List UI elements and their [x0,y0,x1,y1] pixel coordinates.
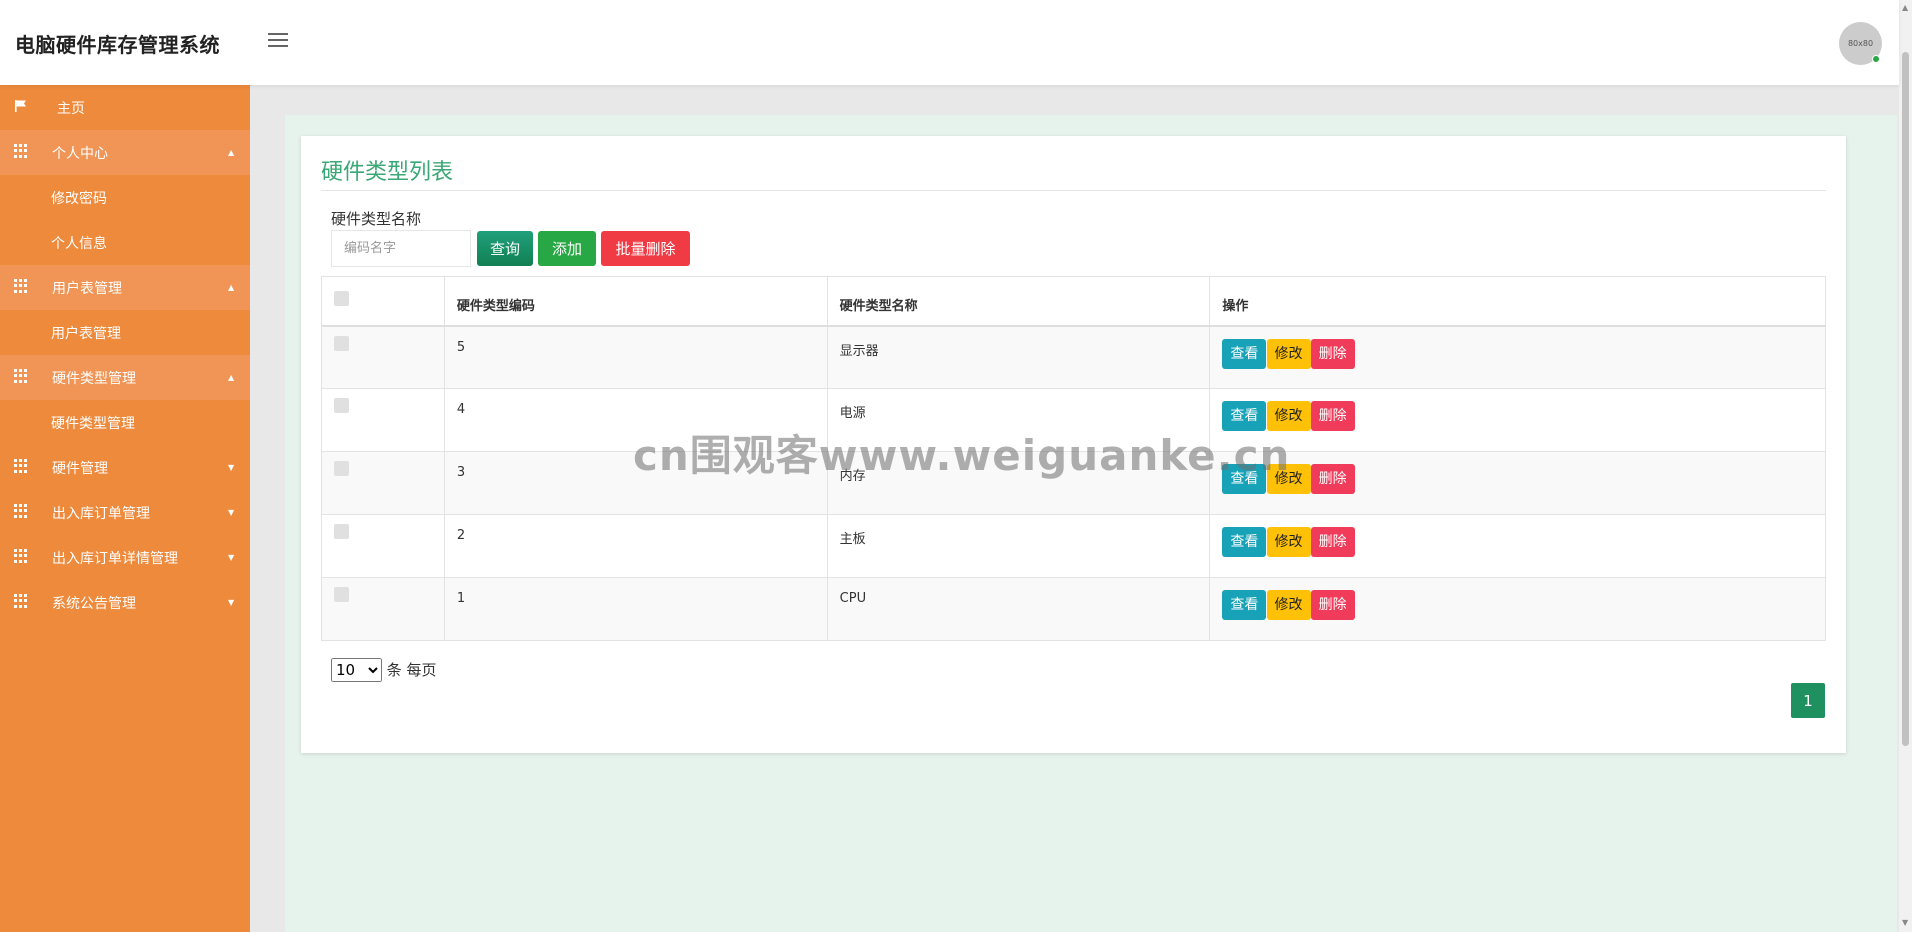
code-cell: 2 [443,514,828,578]
pager-page-button[interactable]: 1 [1791,683,1825,718]
table-header-row: 硬件类型编码 硬件类型名称 操作 [321,276,1826,327]
page-scrollbar[interactable]: ▲ ▼ [1899,0,1912,932]
scroll-thumb[interactable] [1902,52,1909,746]
sidebar-group-hardware-type[interactable]: 硬件类型管理 ▲ [0,355,250,400]
row-select-cell [321,388,445,452]
scroll-down-arrow-icon[interactable]: ▼ [1902,918,1908,927]
table-row: 2 主板 查看 修改 删除 [321,514,1826,578]
grid-icon [14,459,28,473]
row-select-cell [321,577,445,641]
sidebar-item-label: 硬件类型管理 [52,370,136,387]
row-checkbox[interactable] [334,587,349,602]
chevron-up-icon: ▲ [228,373,235,382]
top-header: 电脑硬件库存管理系统 80x80 [0,0,1899,85]
sidebar-item-label: 系统公告管理 [52,595,136,612]
row-checkbox[interactable] [334,461,349,476]
page-size-select[interactable]: 10 [331,658,382,682]
grid-icon [14,369,28,383]
delete-button[interactable]: 删除 [1310,590,1355,620]
sidebar-item-label: 个人中心 [52,145,108,162]
table-row: 1 CPU 查看 修改 删除 [321,577,1826,641]
name-cell: 主板 [826,514,1211,578]
sidebar: 主页 个人中心 ▲ 修改密码 个人信息 用户表管理 ▲ 用户表管理 硬件类型管理… [0,85,250,932]
column-header: 硬件类型编码 [443,276,828,327]
name-cell: CPU [826,577,1211,641]
grid-icon [14,594,28,608]
sidebar-item-label: 主页 [57,100,85,117]
sidebar-group-personal-center[interactable]: 个人中心 ▲ [0,130,250,175]
chevron-down-icon: ▼ [228,598,235,607]
sidebar-group-stock-orders[interactable]: 出入库订单管理 ▼ [0,490,250,535]
sidebar-item-label: 用户表管理 [52,280,122,297]
actions-cell: 查看 修改 删除 [1209,514,1826,578]
sidebar-item-change-password[interactable]: 修改密码 [0,175,250,220]
actions-cell: 查看 修改 删除 [1209,577,1826,641]
sidebar-group-user-table[interactable]: 用户表管理 ▲ [0,265,250,310]
row-checkbox[interactable] [334,398,349,413]
flag-icon [15,100,26,112]
sidebar-item-hardware-type[interactable]: 硬件类型管理 [0,400,250,445]
query-button[interactable]: 查询 [477,231,533,266]
grid-icon [14,144,28,158]
page-title: 硬件类型列表 [321,160,454,185]
view-button[interactable]: 查看 [1222,590,1267,620]
delete-button[interactable]: 删除 [1310,338,1355,369]
view-button[interactable]: 查看 [1222,338,1267,369]
sidebar-group-hardware[interactable]: 硬件管理 ▼ [0,445,250,490]
delete-button[interactable]: 删除 [1310,464,1355,494]
sidebar-item-user-table[interactable]: 用户表管理 [0,310,250,355]
view-button[interactable]: 查看 [1222,527,1267,557]
chevron-down-icon: ▼ [228,463,235,472]
row-checkbox[interactable] [334,524,349,539]
page-size-control: 10 条 每页 [331,658,437,682]
sidebar-item-personal-info[interactable]: 个人信息 [0,220,250,265]
sidebar-group-announcements[interactable]: 系统公告管理 ▼ [0,580,250,625]
row-checkbox[interactable] [334,335,349,351]
online-status-dot [1872,55,1880,63]
app-title: 电脑硬件库存管理系统 [15,33,220,57]
actions-cell: 查看 修改 删除 [1209,325,1826,389]
delete-button[interactable]: 删除 [1310,401,1355,431]
chevron-up-icon: ▲ [228,283,235,292]
edit-button[interactable]: 修改 [1266,527,1311,557]
sidebar-item-label: 出入库订单管理 [52,505,150,522]
add-button[interactable]: 添加 [538,231,596,266]
menu-toggle-icon[interactable] [268,33,288,51]
table-row: 5 显示器 查看 修改 删除 [321,325,1826,389]
bulk-delete-button[interactable]: 批量删除 [601,231,690,266]
column-header: 操作 [1209,276,1826,327]
delete-button[interactable]: 删除 [1310,527,1355,557]
edit-button[interactable]: 修改 [1266,590,1311,620]
grid-icon [14,549,28,563]
actions-cell: 查看 修改 删除 [1209,388,1826,452]
grid-icon [14,504,28,518]
name-cell: 显示器 [826,325,1211,389]
row-select-cell [321,514,445,578]
edit-button[interactable]: 修改 [1266,338,1311,369]
page-size-suffix: 条 每页 [386,661,437,679]
row-select-cell [321,451,445,515]
code-cell: 5 [443,325,828,389]
select-all-checkbox[interactable] [334,291,349,306]
watermark: cn围观客www.weiguanke.cn [633,431,1291,480]
avatar-text: 80x80 [1847,39,1874,48]
divider [321,190,1826,191]
select-all-cell [321,276,445,327]
column-header: 硬件类型名称 [826,276,1211,327]
chevron-up-icon: ▲ [228,148,235,157]
search-input[interactable] [331,230,471,267]
row-select-cell [321,325,445,389]
grid-icon [14,279,28,293]
sidebar-item-label: 出入库订单详情管理 [52,550,178,567]
code-cell: 1 [443,577,828,641]
sidebar-item-label: 硬件管理 [52,460,108,477]
search-label: 硬件类型名称 [331,210,422,228]
sidebar-group-stock-order-details[interactable]: 出入库订单详情管理 ▼ [0,535,250,580]
chevron-down-icon: ▼ [228,553,235,562]
chevron-down-icon: ▼ [228,508,235,517]
scroll-up-arrow-icon[interactable]: ▲ [1902,3,1908,12]
actions-cell: 查看 修改 删除 [1209,451,1826,515]
sidebar-item-home[interactable]: 主页 [0,85,250,130]
